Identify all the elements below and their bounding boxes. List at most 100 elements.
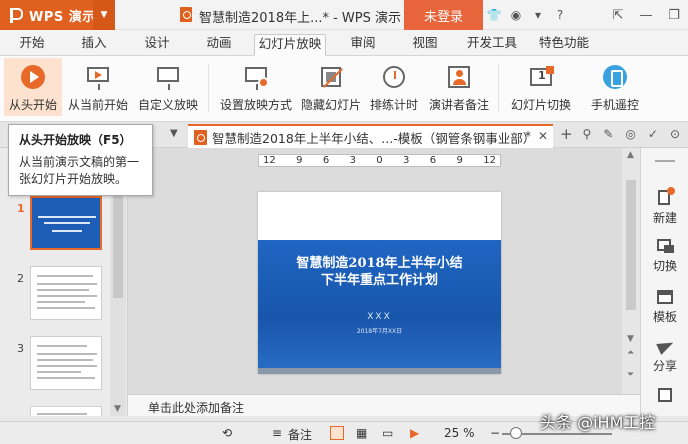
custom-show-button[interactable]: 自定义放映 [136, 58, 200, 116]
ruler-tick: 3 [403, 155, 410, 166]
notes-toggle-label[interactable]: 备注 [288, 426, 312, 443]
locate-icon[interactable]: ⊙ [670, 127, 680, 141]
slideshow-view-icon[interactable]: ▶ [410, 426, 419, 440]
close-tab-icon[interactable]: ✕ [538, 129, 548, 143]
rehearse-timing-button[interactable]: 排练计时 [368, 58, 420, 116]
slide-thumbnail-4[interactable] [30, 406, 102, 416]
presenter-notes-label: 演讲者备注 [428, 98, 489, 112]
setup-show-label: 设置放映方式 [219, 98, 292, 112]
history-icon[interactable]: ⟲ [222, 426, 232, 440]
share-button[interactable]: 分享 [641, 337, 688, 374]
right-task-pane: 新建 切换 模板 分享 [640, 148, 688, 416]
from-start-label: 从头开始 [8, 98, 57, 112]
thumbnail-number: 3 [17, 342, 24, 355]
template-label: 模板 [652, 310, 677, 324]
scroll-down-icon[interactable]: ▼ [114, 404, 121, 414]
setup-show-button[interactable]: 设置放映方式 [218, 58, 294, 116]
document-tab[interactable]: 智慧制造2018年上半年小结、...-模板（钢管条钢事业部） * ✕ [188, 124, 553, 148]
tab-insert[interactable]: 插入 [74, 34, 114, 56]
scrollbar-thumb[interactable] [626, 180, 636, 310]
template-button[interactable]: 模板 [641, 289, 688, 325]
custom-show-label: 自定义放映 [137, 98, 198, 112]
reading-view-icon[interactable]: ▭ [382, 426, 393, 440]
share-icon [656, 337, 676, 355]
phone-remote-icon [602, 64, 628, 90]
slide-bottom-bar [258, 368, 501, 374]
slide-author[interactable]: XXX [258, 312, 501, 322]
more-tools-button[interactable] [641, 388, 688, 404]
switch-icon [656, 238, 674, 254]
slide-thumbnail-3[interactable] [30, 336, 102, 390]
clock-icon [381, 64, 407, 90]
slide-date[interactable]: 2018年7月XX日 [258, 326, 501, 335]
pane-grip-icon[interactable] [655, 160, 675, 162]
editor-vertical-scrollbar[interactable]: ▲ ▼ ⏶ ⏷ [622, 148, 640, 394]
wps-logo-icon [9, 7, 23, 23]
zoom-out-icon[interactable]: − [490, 426, 500, 440]
share-label: 分享 [652, 359, 677, 373]
switch-button[interactable]: 切换 [641, 238, 688, 274]
zoom-level[interactable]: 25 % [444, 426, 475, 440]
hide-slide-label: 隐藏幻灯片 [300, 98, 361, 112]
slide-transition-button[interactable]: 幻灯片切换 [506, 58, 576, 116]
slide-title[interactable]: 智慧制造2018年上半年小结 下半年重点工作计划 [258, 255, 501, 289]
new-slide-button[interactable]: 新建 [641, 187, 688, 226]
tab-developer-tools[interactable]: 开发工具 [462, 34, 522, 56]
scroll-down-icon[interactable]: ▼ [627, 334, 634, 344]
tab-review[interactable]: 审阅 [343, 34, 383, 56]
tab-view[interactable]: 视图 [405, 34, 445, 56]
next-slide-icon[interactable]: ⏷ [627, 370, 634, 380]
previous-slide-icon[interactable]: ⏶ [627, 348, 634, 358]
tab-list-chevron-down-icon[interactable]: ▼ [170, 128, 178, 139]
notes-placeholder: 单击此处添加备注 [148, 401, 245, 415]
ruler-tick: 6 [429, 155, 437, 166]
modified-indicator: * [525, 129, 531, 143]
current-slide[interactable]: 智慧制造2018年上半年小结 下半年重点工作计划 XXX 2018年7月XX日 [258, 192, 501, 374]
tab-special-features[interactable]: 特色功能 [534, 34, 594, 56]
presenter-notes-button[interactable]: 演讲者备注 [426, 58, 492, 116]
tab-slideshow[interactable]: 幻灯片放映 [254, 34, 326, 56]
maximize-ribbon-icon[interactable]: ⇱ [604, 0, 632, 30]
slide-transition-label: 幻灯片切换 [510, 98, 571, 112]
settings-chevron-down-icon[interactable]: ▾ [527, 0, 549, 30]
slide-title-line-2: 下半年重点工作计划 [320, 273, 438, 288]
app-menu-chevron-down-icon[interactable]: ▼ [93, 0, 115, 30]
notes-toggle-icon[interactable]: ≡ [272, 426, 282, 440]
normal-view-icon[interactable] [330, 426, 344, 440]
mark-icon[interactable]: ✓ [648, 127, 658, 141]
edit-icon[interactable]: ✎ [603, 127, 613, 141]
eye-icon[interactable]: ◎ [625, 127, 635, 141]
thumbnail-number: 1 [17, 202, 25, 215]
hide-slide-button[interactable]: 隐藏幻灯片 [299, 58, 363, 116]
slide-sorter-view-icon[interactable]: ▦ [356, 426, 367, 440]
restore-button[interactable]: ❐ [660, 0, 688, 30]
app-menu-button[interactable]: WPS 演示 ▼ [0, 0, 115, 30]
skin-shirt-icon[interactable]: 👕 [483, 0, 505, 30]
zoom-slider-handle[interactable] [510, 427, 522, 439]
slide-thumbnail-1[interactable] [30, 196, 102, 250]
scroll-up-icon[interactable]: ▲ [627, 150, 634, 160]
slide-thumbnail-2[interactable] [30, 266, 102, 320]
from-current-button[interactable]: 从当前开始 [66, 58, 130, 116]
horizontal-ruler: 12 9 6 3 0 3 6 9 12 [258, 154, 501, 167]
tab-design[interactable]: 设计 [137, 34, 177, 56]
thumbnail-number: 2 [17, 272, 24, 285]
watermark-text: 头条 @iHM工控 [540, 413, 656, 432]
from-start-button[interactable]: 从头开始 [4, 58, 62, 116]
setup-show-gear-icon [243, 64, 269, 90]
new-tab-plus-icon[interactable]: + [560, 125, 573, 143]
scrollbar-thumb[interactable] [113, 178, 123, 298]
ruler-tick: 6 [322, 155, 330, 166]
tab-animation[interactable]: 动画 [199, 34, 239, 56]
login-button[interactable]: 未登录 [404, 0, 483, 30]
from-start-tooltip: 从头开始放映（F5） 从当前演示文稿的第一张幻灯片开始放映。 [8, 124, 153, 196]
template-icon [656, 289, 674, 305]
weibo-icon[interactable]: ◉ [505, 0, 527, 30]
pin-icon[interactable]: ⚲ [583, 127, 592, 141]
tab-home[interactable]: 开始 [12, 34, 52, 56]
minimize-button[interactable]: — [632, 0, 660, 30]
slide-title-line-1: 智慧制造2018年上半年小结 [296, 256, 463, 271]
phone-remote-button[interactable]: 手机遥控 [586, 58, 644, 116]
screen-play-icon [85, 64, 111, 90]
help-icon[interactable]: ? [549, 0, 571, 30]
